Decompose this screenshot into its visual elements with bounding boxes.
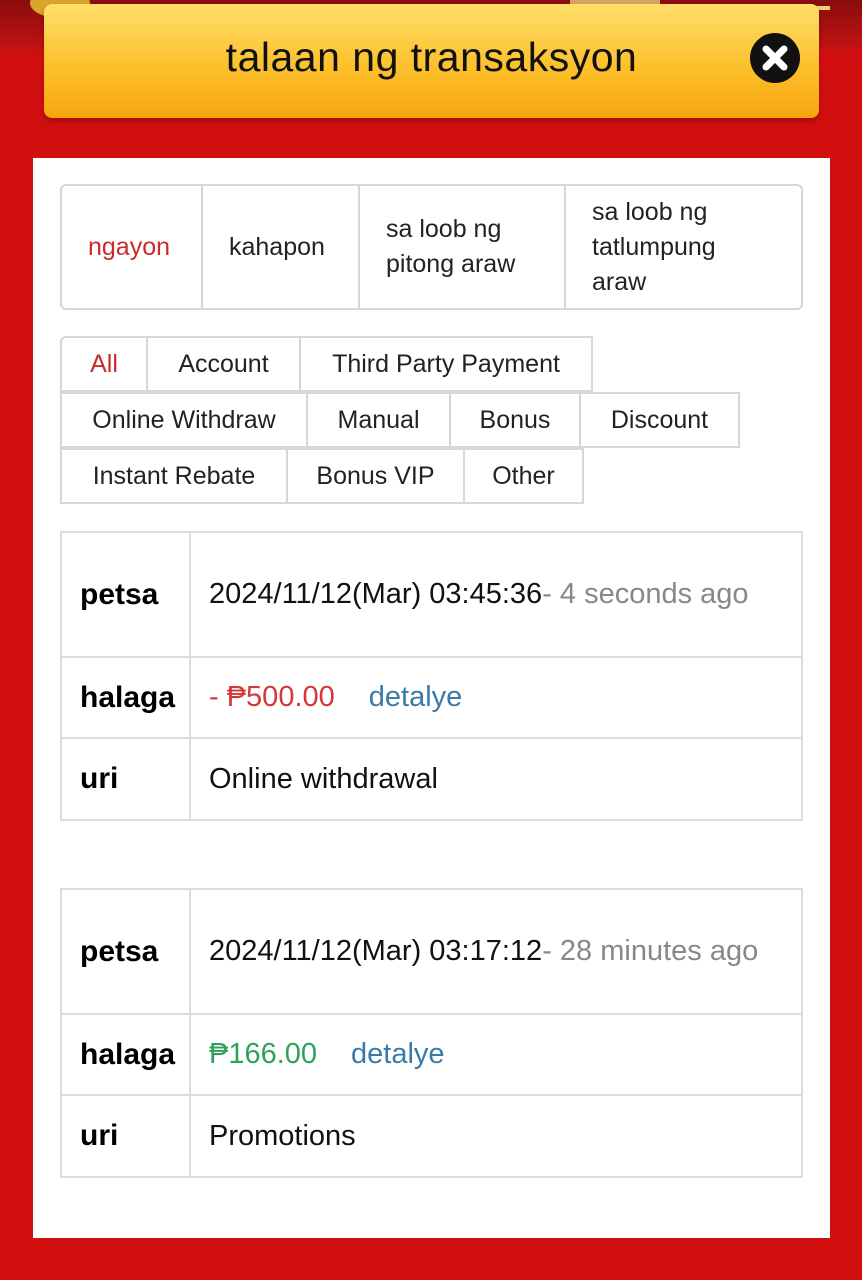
transaction-date-row: petsa 2024/11/12(Mar) 03:17:12- 28 minut… (62, 890, 801, 1015)
transaction-panel: ngayon kahapon sa loob ng pitong araw sa… (33, 158, 830, 1238)
type-label: uri (62, 1096, 191, 1176)
date-label: petsa (62, 533, 191, 656)
type-label: uri (62, 739, 191, 819)
transaction-type: Promotions (209, 1119, 356, 1152)
close-icon (762, 45, 788, 71)
transaction-card: petsa 2024/11/12(Mar) 03:17:12- 28 minut… (60, 888, 803, 1178)
category-third-party-payment[interactable]: Third Party Payment (299, 336, 593, 392)
date-value: 2024/11/12(Mar) 03:17:12- 28 minutes ago (191, 890, 801, 1013)
category-online-withdraw[interactable]: Online Withdraw (60, 392, 308, 448)
range-7-days[interactable]: sa loob ng pitong araw (360, 186, 566, 308)
category-manual[interactable]: Manual (306, 392, 451, 448)
transaction-type: Online withdrawal (209, 762, 438, 795)
category-instant-rebate[interactable]: Instant Rebate (60, 448, 288, 504)
category-other[interactable]: Other (463, 448, 584, 504)
detail-link[interactable]: detalye (351, 1032, 445, 1077)
transaction-date-row: petsa 2024/11/12(Mar) 03:45:36- 4 second… (62, 533, 801, 658)
category-account[interactable]: Account (146, 336, 301, 392)
amount-label: halaga (62, 1015, 191, 1094)
detail-link[interactable]: detalye (369, 675, 463, 720)
transaction-amount: ₱166.00 (209, 1038, 318, 1070)
category-bonus[interactable]: Bonus (449, 392, 581, 448)
category-discount[interactable]: Discount (579, 392, 740, 448)
transaction-type-row: uri Promotions (62, 1096, 801, 1176)
range-today[interactable]: ngayon (62, 186, 203, 308)
category-all[interactable]: All (60, 336, 148, 392)
date-range-selector: ngayon kahapon sa loob ng pitong araw sa… (60, 184, 803, 310)
transaction-amount-row: halaga ₱166.00 detalye (62, 1015, 801, 1096)
transaction-datetime: 2024/11/12(Mar) 03:45:36 (209, 578, 543, 610)
dialog-header: talaan ng transaksyon (44, 4, 819, 118)
transaction-amount: - ₱500.00 (209, 681, 335, 713)
range-30-days[interactable]: sa loob ng tatlumpung araw (566, 186, 801, 308)
amount-value: - ₱500.00 detalye (191, 658, 801, 737)
amount-label: halaga (62, 658, 191, 737)
transaction-amount-row: halaga - ₱500.00 detalye (62, 658, 801, 739)
range-yesterday[interactable]: kahapon (203, 186, 360, 308)
close-button[interactable] (750, 33, 800, 83)
category-bonus-vip[interactable]: Bonus VIP (286, 448, 465, 504)
transaction-ago: - 4 seconds ago (542, 578, 749, 610)
date-value: 2024/11/12(Mar) 03:45:36- 4 seconds ago (191, 533, 801, 656)
transaction-datetime: 2024/11/12(Mar) 03:17:12 (209, 935, 543, 967)
dialog-title: talaan ng transaksyon (225, 34, 638, 80)
transaction-ago: - 28 minutes ago (542, 935, 759, 967)
date-label: petsa (62, 890, 191, 1013)
transaction-card: petsa 2024/11/12(Mar) 03:45:36- 4 second… (60, 531, 803, 821)
category-filter: All Account Third Party Payment Online W… (60, 336, 803, 504)
amount-value: ₱166.00 detalye (191, 1015, 801, 1094)
transaction-type-row: uri Online withdrawal (62, 739, 801, 819)
